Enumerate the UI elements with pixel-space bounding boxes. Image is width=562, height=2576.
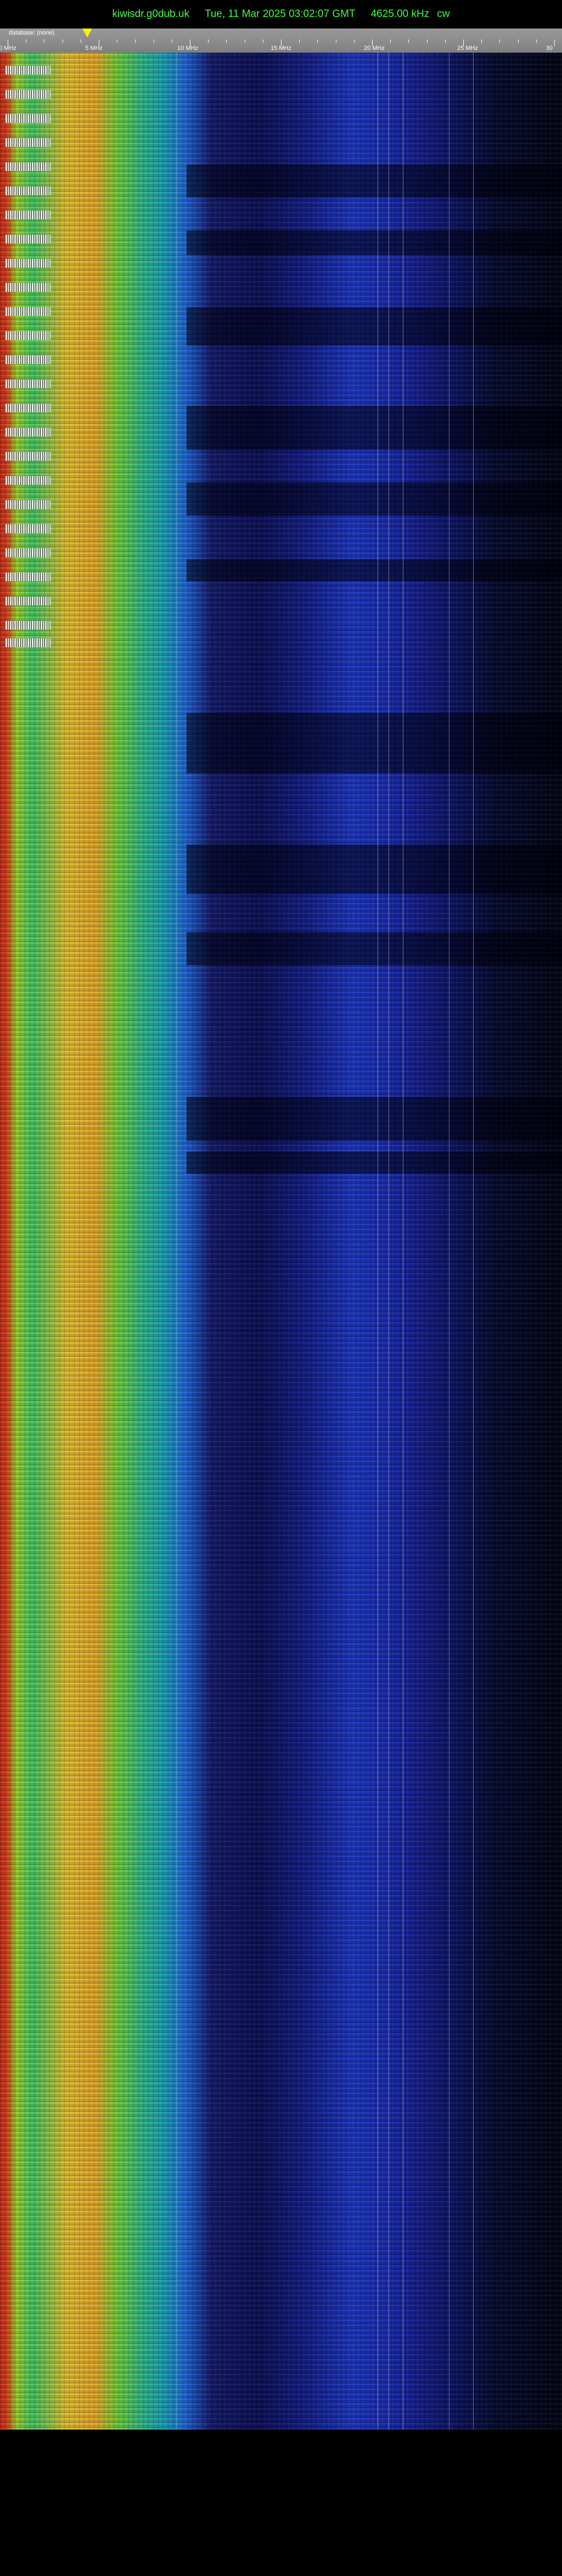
tick-label-15: 15 MHz <box>271 45 291 52</box>
fade-band <box>187 307 562 346</box>
scale-tick <box>135 39 136 43</box>
station-label <box>5 548 50 557</box>
station-label <box>5 66 50 75</box>
station-label <box>5 524 50 533</box>
fade-band <box>187 932 562 965</box>
station-label <box>5 114 50 123</box>
host-name: kiwisdr.g0dub.uk <box>112 8 189 20</box>
station-label <box>5 331 50 340</box>
station-label <box>5 452 50 461</box>
station-label <box>5 597 50 605</box>
empty-area <box>0 2430 562 2576</box>
scale-tick <box>445 39 446 43</box>
fade-band <box>187 1152 562 1174</box>
scale-tick <box>317 39 318 43</box>
station-label <box>5 307 50 316</box>
tuned-frequency: 4625.00 kHz <box>370 8 430 20</box>
tick-label-25: 25 MHz <box>457 45 478 52</box>
scale-tick <box>499 39 501 43</box>
station-label <box>5 235 50 244</box>
tick-label-5: 5 MHz <box>85 45 103 52</box>
signal-line <box>473 53 474 2430</box>
scale-tick <box>536 39 537 43</box>
station-label <box>5 428 50 437</box>
station-label <box>5 186 50 195</box>
station-label <box>5 621 50 630</box>
station-label <box>5 259 50 268</box>
tick-label-10: 10 MHz <box>177 45 198 52</box>
station-label <box>5 162 50 171</box>
title-bar: kiwisdr.g0dub.uk Tue, 11 Mar 2025 03:02:… <box>0 0 562 29</box>
station-label <box>5 283 50 292</box>
fade-band <box>187 713 562 773</box>
station-label <box>5 573 50 581</box>
station-label <box>5 355 50 364</box>
station-label <box>5 404 50 412</box>
fade-band <box>187 230 562 255</box>
fade-band <box>187 559 562 581</box>
database-label: database: (none) <box>9 30 55 36</box>
scale-tick <box>518 39 519 43</box>
station-label <box>5 638 50 647</box>
station-label-column <box>5 53 60 656</box>
fade-band <box>187 483 562 516</box>
mode-label: cw <box>437 8 450 20</box>
scale-tick <box>208 39 209 43</box>
station-label <box>5 380 50 388</box>
station-label <box>5 500 50 509</box>
tick-label-0: 0 MHz <box>0 45 16 52</box>
scale-tick <box>408 39 409 43</box>
station-label <box>5 138 50 147</box>
timestamp: Tue, 11 Mar 2025 03:02:07 GMT <box>204 8 356 20</box>
fade-band <box>187 845 562 894</box>
scale-tick <box>481 39 482 43</box>
station-label <box>5 476 50 485</box>
fade-band <box>187 1097 562 1141</box>
triangle-down-icon[interactable] <box>82 29 92 37</box>
station-label <box>5 90 50 99</box>
station-label <box>5 211 50 219</box>
tick-label-20: 20 MHz <box>364 45 385 52</box>
scale-tick <box>353 39 355 43</box>
scale-tick <box>390 39 391 43</box>
scale-tick <box>226 39 227 43</box>
fade-band <box>187 165 562 197</box>
fade-band <box>187 406 562 450</box>
scale-tick <box>426 39 428 43</box>
scale-tick <box>299 39 300 43</box>
